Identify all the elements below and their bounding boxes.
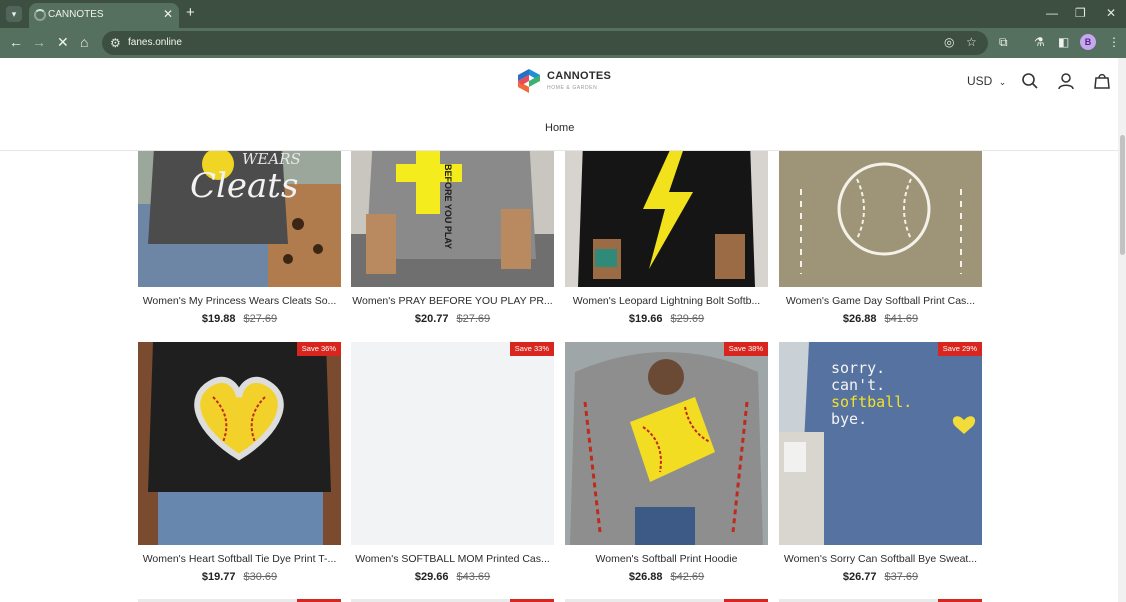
sale-price: $26.77 [842, 571, 877, 583]
product-title[interactable]: Women's Leopard Lightning Bolt Softb... [565, 295, 768, 307]
loading-spinner-icon [34, 9, 46, 21]
scrollbar-thumb[interactable] [1120, 135, 1125, 255]
discount-badge: Save 36% [296, 342, 341, 356]
product-price: $29.66 $43.69 [351, 571, 554, 583]
sale-price: $26.88 [628, 571, 663, 583]
labs-icon[interactable]: ⚗ [1034, 35, 1045, 49]
browser-tab[interactable]: CANNOTES ✕ [29, 3, 179, 28]
chevron-down-icon: ⌄ [998, 77, 1007, 87]
compare-price: $43.69 [456, 571, 491, 583]
store-header: CANNOTES HOME & GARDEN USD ⌄ Home [0, 58, 1118, 151]
product-image[interactable]: Save 36% [138, 342, 341, 545]
sale-price: $29.66 [414, 571, 449, 583]
discount-badge: Save 38% [723, 342, 768, 356]
sale-price: $19.88 [201, 313, 236, 325]
compare-price: $30.69 [243, 571, 278, 583]
tab-title: CANNOTES [48, 9, 104, 20]
star-icon[interactable]: ☆ [966, 35, 977, 49]
window-close-icon[interactable]: ✕ [1106, 6, 1116, 20]
product-title[interactable]: Women's Softball Print Hoodie [565, 553, 768, 565]
nav-home-link[interactable]: Home [545, 122, 574, 134]
tab-search-chevron-down-icon[interactable]: ▾ [6, 6, 22, 22]
url-text[interactable]: fanes.online [128, 37, 182, 48]
currency-label: USD [967, 74, 993, 88]
product-title[interactable]: Women's My Princess Wears Cleats So... [138, 295, 341, 307]
side-panel-icon[interactable]: ◧ [1058, 35, 1069, 49]
product-price: $20.77 $27.69 [351, 313, 554, 325]
minimize-icon[interactable]: — [1046, 6, 1058, 20]
product-price: $19.77 $30.69 [138, 571, 341, 583]
brand-tagline: HOME & GARDEN [547, 85, 598, 91]
image-text-line: bye. [831, 410, 868, 428]
sale-price: $26.88 [842, 313, 877, 325]
compare-price: $29.69 [670, 313, 705, 325]
image-text-cleats: Cleats [190, 166, 299, 206]
product-price: $26.88 $42.69 [565, 571, 768, 583]
currency-selector[interactable]: USD ⌄ [967, 74, 1006, 88]
discount-badge: Save 33% [509, 342, 554, 356]
eye-off-icon[interactable]: ◎ [944, 35, 954, 49]
brand-logo-icon[interactable] [516, 68, 542, 94]
product-image[interactable]: sorry. can't. softball. bye. Save 29% [779, 342, 982, 545]
product-image-placeholder[interactable]: Save 33% [351, 342, 554, 545]
compare-price: $41.69 [884, 313, 919, 325]
discount-badge: Save 29% [937, 342, 982, 356]
sale-price: $19.66 [628, 313, 663, 325]
product-price: $26.77 $37.69 [779, 571, 982, 583]
browser-toolbar: ← → ✕ ⌂ ⚙ fanes.online ◎ ☆ ⧉ ⚗ ◧ ⋮ [0, 28, 1126, 58]
image-text-line: sorry. [831, 359, 886, 377]
compare-price: $42.69 [670, 571, 705, 583]
extensions-icon[interactable]: ⧉ [999, 35, 1008, 50]
brand-name[interactable]: CANNOTES [547, 70, 611, 82]
product-title[interactable]: Women's Sorry Can Softball Bye Sweat... [779, 553, 982, 565]
product-title[interactable]: Women's Heart Softball Tie Dye Print T-.… [138, 553, 341, 565]
profile-avatar[interactable]: B [1080, 34, 1096, 50]
back-icon[interactable]: ← [9, 34, 23, 50]
browser-tab-bar: ▾ CANNOTES ✕ + — ❐ ✕ [0, 0, 1126, 28]
plus-icon[interactable]: + [186, 4, 195, 21]
cart-icon[interactable] [1093, 72, 1111, 90]
product-title[interactable]: Women's SOFTBALL MOM Printed Cas... [351, 553, 554, 565]
image-text-sorry: sorry. can't. softball. bye. [831, 360, 912, 428]
close-icon[interactable]: ✕ [163, 7, 173, 21]
product-title[interactable]: Women's PRAY BEFORE YOU PLAY PR... [351, 295, 554, 307]
home-icon[interactable]: ⌂ [80, 34, 88, 50]
stop-icon[interactable]: ✕ [57, 34, 69, 51]
compare-price: $27.69 [456, 313, 491, 325]
image-text-pray: BEFORE YOU PLAY [443, 164, 453, 250]
restore-icon[interactable]: ❐ [1075, 6, 1086, 20]
sale-price: $20.77 [414, 313, 449, 325]
product-image[interactable]: Save 38% [565, 342, 768, 545]
product-price: $19.88 $27.69 [138, 313, 341, 325]
site-info-icon[interactable]: ⚙ [110, 36, 121, 50]
image-text-line: softball. [831, 393, 913, 411]
forward-icon[interactable]: → [32, 34, 46, 50]
compare-price: $37.69 [884, 571, 919, 583]
compare-price: $27.69 [243, 313, 278, 325]
account-icon[interactable] [1057, 72, 1075, 90]
address-bar[interactable]: ⚙ fanes.online ◎ ☆ [102, 31, 988, 55]
menu-icon[interactable]: ⋮ [1108, 35, 1120, 49]
image-text-line: can't. [831, 376, 886, 394]
product-price: $26.88 $41.69 [779, 313, 982, 325]
sale-price: $19.77 [201, 571, 236, 583]
product-price: $19.66 $29.69 [565, 313, 768, 325]
search-icon[interactable] [1021, 72, 1039, 90]
product-title[interactable]: Women's Game Day Softball Print Cas... [779, 295, 982, 307]
